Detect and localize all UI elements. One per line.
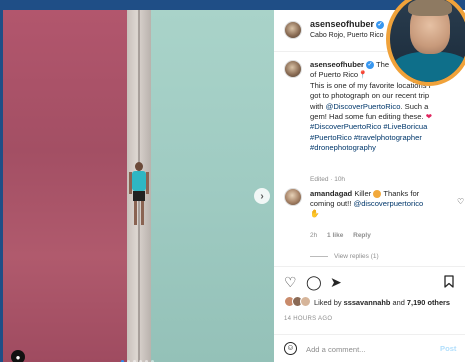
commenter-username[interactable]: amandagad bbox=[310, 189, 352, 198]
post-image[interactable]: › ● bbox=[3, 10, 274, 362]
next-image-button[interactable]: › bbox=[254, 188, 270, 204]
desktop-frame: › ● asenseofhuber ✓ Cabo Rojo, Puerto Ric… bbox=[0, 0, 465, 362]
caption-mention[interactable]: @DiscoverPuertoRico bbox=[326, 102, 401, 111]
comment-text-1: Killer bbox=[354, 189, 372, 198]
heart-icon[interactable]: ♡ bbox=[284, 275, 297, 289]
liker-avatar bbox=[300, 296, 311, 307]
heart-eyes-emoji-icon bbox=[373, 190, 382, 198]
post-comment-button[interactable]: Post bbox=[440, 344, 456, 353]
comment-likes[interactable]: 1 like bbox=[327, 232, 343, 239]
likes-prefix: Liked by bbox=[314, 298, 342, 307]
caption-body2: got to photograph on our recent trip bbox=[310, 91, 430, 101]
caption-hashtags-3[interactable]: #dronephotography bbox=[310, 143, 376, 152]
author-avatar[interactable] bbox=[284, 21, 302, 39]
comment-icon[interactable]: ◯ bbox=[306, 275, 322, 289]
likes-middle: and bbox=[392, 298, 405, 307]
replies-divider bbox=[310, 255, 328, 257]
heart-emoji-icon: ❤ bbox=[425, 112, 433, 122]
comment-age: 2h bbox=[310, 232, 318, 239]
verified-icon: ✓ bbox=[366, 61, 375, 69]
post-timestamp: 14 HOURS AGO bbox=[284, 316, 333, 322]
edited-label: Edited · 10h bbox=[310, 176, 346, 183]
person-leg-left bbox=[134, 201, 137, 225]
post-actions: ♡ ◯ ➤ bbox=[274, 266, 465, 294]
chevron-right-icon: › bbox=[260, 190, 264, 202]
likes-user[interactable]: sssavannahb bbox=[344, 298, 391, 307]
comment-meta: 2h 1 like Reply bbox=[310, 232, 379, 239]
webcam-shirt bbox=[392, 52, 465, 82]
comment-mention[interactable]: @discoverpuertorico bbox=[354, 199, 424, 208]
bookmark-icon[interactable] bbox=[444, 275, 454, 288]
comment-text-2: Thanks for bbox=[383, 189, 420, 198]
share-icon[interactable]: ➤ bbox=[330, 275, 342, 289]
person-arm-right bbox=[146, 172, 149, 194]
post-location[interactable]: Cabo Rojo, Puerto Rico bbox=[310, 32, 384, 39]
caption-hashtags-2[interactable]: #PuertoRico #travelphotographer bbox=[310, 133, 422, 142]
emoji-icon[interactable]: ☺ bbox=[284, 342, 297, 355]
comment-text: amandagad Killer Thanks for coming out!!… bbox=[310, 189, 450, 220]
caption-hashtags-1[interactable]: #DiscoverPuertoRico #LiveBoricua bbox=[310, 122, 427, 131]
caption-username[interactable]: asenseofhuber bbox=[310, 60, 364, 69]
person-shorts bbox=[133, 191, 145, 201]
person-leg-right bbox=[141, 201, 144, 225]
likes-text: Liked by sssavannahb and 7,190 others bbox=[314, 298, 450, 307]
pink-salt-flat bbox=[3, 10, 127, 362]
comment-reply-button[interactable]: Reply bbox=[353, 232, 371, 239]
caption-body3-suffix: . Such a bbox=[400, 101, 429, 111]
view-replies-label: View replies (1) bbox=[334, 253, 379, 260]
verified-icon: ✓ bbox=[376, 20, 385, 29]
caption-line1: The bbox=[376, 60, 390, 69]
clap-emoji-icon: ✋ bbox=[310, 209, 320, 219]
caption-avatar[interactable] bbox=[284, 60, 302, 78]
webcam-overlay bbox=[386, 0, 465, 86]
likes-others[interactable]: 7,190 others bbox=[407, 298, 450, 307]
caption-body4: gem! Had some fun editing these. bbox=[310, 112, 424, 122]
view-replies-button[interactable]: View replies (1) bbox=[310, 253, 379, 260]
tagged-user-icon[interactable]: ● bbox=[11, 350, 25, 362]
comment-like-heart-icon[interactable]: ♡ bbox=[457, 197, 464, 206]
caption-body3-prefix: with bbox=[310, 101, 324, 111]
person-head bbox=[135, 162, 143, 171]
add-comment-bar: ☺ Post bbox=[274, 334, 465, 362]
pin-icon: 📍 bbox=[358, 70, 368, 80]
person-figure bbox=[129, 162, 149, 230]
webcam-hair bbox=[408, 0, 452, 16]
commenter-avatar[interactable] bbox=[284, 188, 302, 206]
liker-avatars bbox=[284, 296, 314, 308]
teal-salt-flat bbox=[151, 10, 274, 362]
comment-input[interactable] bbox=[306, 342, 426, 356]
person-torso bbox=[132, 171, 146, 191]
author-username[interactable]: asenseofhuber bbox=[310, 19, 374, 29]
comment-text-3: coming out!! bbox=[310, 199, 352, 209]
author-name-row: asenseofhuber ✓ bbox=[310, 19, 385, 29]
caption-line2: of Puerto Rico bbox=[310, 70, 359, 80]
